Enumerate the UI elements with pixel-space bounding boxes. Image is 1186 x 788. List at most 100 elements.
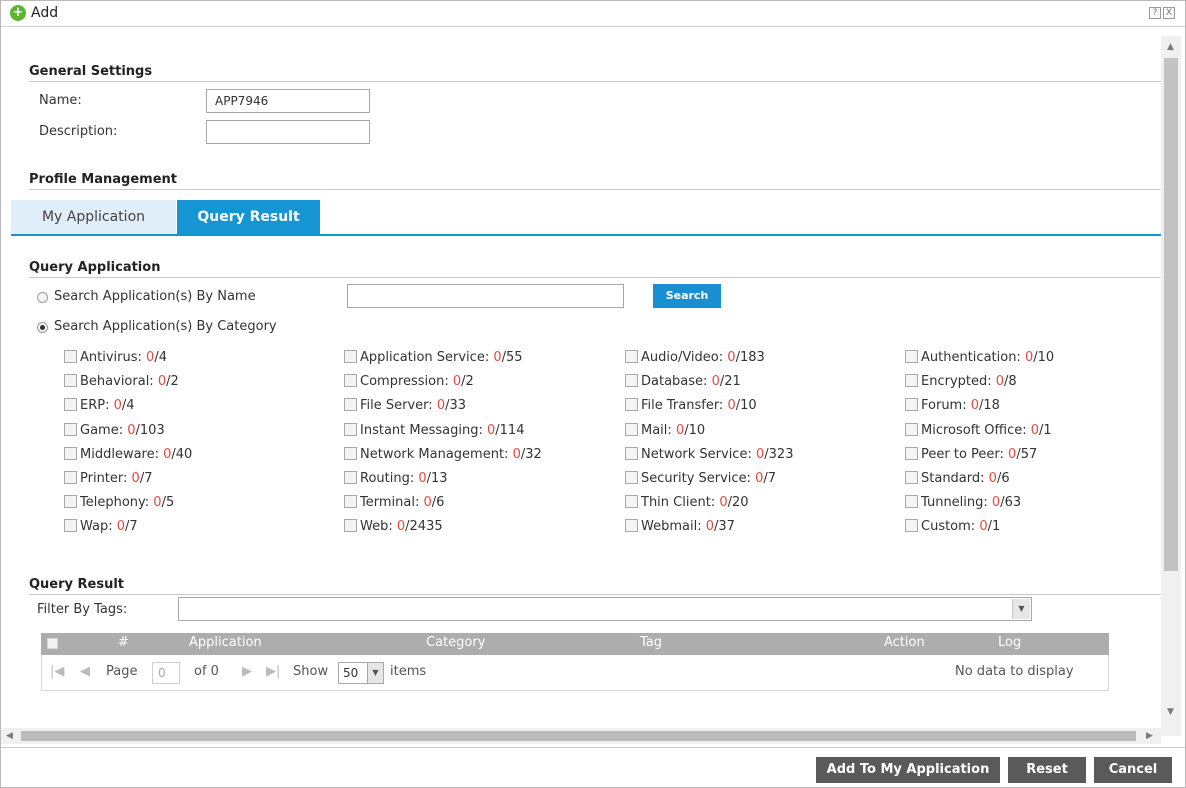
category-checkbox[interactable] <box>64 519 77 533</box>
category-checkbox[interactable] <box>625 374 638 388</box>
help-icon[interactable]: ? <box>1149 7 1161 19</box>
category-checkbox[interactable] <box>344 422 357 436</box>
category-checkbox[interactable] <box>344 495 357 509</box>
category-checkbox[interactable] <box>344 446 357 460</box>
search-name-input[interactable] <box>347 284 624 308</box>
search-by-name-radio[interactable] <box>37 292 48 303</box>
category-checkbox[interactable] <box>64 495 77 509</box>
category-item[interactable]: Behavioral: 0/2 <box>64 374 179 389</box>
horizontal-scrollbar[interactable]: ◀ ▶ <box>1 728 1161 744</box>
category-item[interactable]: Terminal: 0/6 <box>344 495 444 510</box>
category-checkbox[interactable] <box>905 398 918 412</box>
category-item[interactable]: Instant Messaging: 0/114 <box>344 422 524 438</box>
reset-button[interactable]: Reset <box>1008 757 1086 783</box>
category-checkbox[interactable] <box>625 350 638 363</box>
category-item[interactable]: Network Service: 0/323 <box>625 446 793 462</box>
filter-by-tags-select[interactable]: ▼ <box>178 597 1032 621</box>
category-checkbox[interactable] <box>344 519 357 533</box>
column-header-action[interactable]: Action <box>884 635 925 650</box>
category-item[interactable]: Antivirus: 0/4 <box>64 350 167 365</box>
chevron-down-icon[interactable]: ▼ <box>1012 599 1030 619</box>
category-item[interactable]: Thin Client: 0/20 <box>625 495 749 510</box>
name-input[interactable] <box>206 89 370 113</box>
category-item[interactable]: Custom: 0/1 <box>905 519 1000 534</box>
category-item[interactable]: Forum: 0/18 <box>905 398 1000 413</box>
category-item[interactable]: Printer: 0/7 <box>64 471 152 486</box>
category-item[interactable]: Microsoft Office: 0/1 <box>905 422 1052 438</box>
vertical-scrollbar[interactable]: ▲ ▼ <box>1161 36 1181 736</box>
category-checkbox[interactable] <box>905 495 918 509</box>
category-item[interactable]: File Transfer: 0/10 <box>625 398 757 413</box>
category-checkbox[interactable] <box>344 471 357 484</box>
select-all-checkbox[interactable] <box>47 638 58 649</box>
vertical-scroll-thumb[interactable] <box>1164 58 1178 571</box>
scroll-right-icon[interactable]: ▶ <box>1146 731 1153 741</box>
category-item[interactable]: Telephony: 0/5 <box>64 495 174 510</box>
last-page-icon[interactable]: ▶| <box>266 664 280 679</box>
category-checkbox[interactable] <box>625 398 638 412</box>
category-checkbox[interactable] <box>64 471 77 484</box>
category-checkbox[interactable] <box>905 374 918 388</box>
category-checkbox[interactable] <box>905 350 918 363</box>
first-page-icon[interactable]: |◀ <box>50 664 64 679</box>
category-item[interactable]: Network Management: 0/32 <box>344 446 542 462</box>
category-checkbox[interactable] <box>905 422 918 436</box>
category-checkbox[interactable] <box>905 519 918 533</box>
category-checkbox[interactable] <box>64 422 77 436</box>
category-item[interactable]: Authentication: 0/10 <box>905 350 1054 365</box>
category-item[interactable]: ERP: 0/4 <box>64 398 135 413</box>
tab-my-application[interactable]: My Application <box>11 200 176 234</box>
category-item[interactable]: Mail: 0/10 <box>625 422 705 438</box>
close-icon[interactable]: X <box>1163 7 1175 19</box>
category-item[interactable]: Wap: 0/7 <box>64 519 138 534</box>
next-page-icon[interactable]: ▶ <box>242 664 252 679</box>
category-checkbox[interactable] <box>344 398 357 412</box>
category-item[interactable]: Standard: 0/6 <box>905 471 1010 486</box>
category-checkbox[interactable] <box>64 398 77 412</box>
category-checkbox[interactable] <box>905 471 918 484</box>
search-button[interactable]: Search <box>653 284 721 308</box>
description-input[interactable] <box>206 120 370 144</box>
category-item[interactable]: Encrypted: 0/8 <box>905 374 1017 389</box>
category-item[interactable]: Peer to Peer: 0/57 <box>905 446 1037 462</box>
category-item[interactable]: Webmail: 0/37 <box>625 519 735 534</box>
category-item[interactable]: File Server: 0/33 <box>344 398 466 413</box>
column-header-application[interactable]: Application <box>189 635 262 650</box>
chevron-down-icon[interactable]: ▼ <box>368 662 384 684</box>
add-to-my-application-button[interactable]: Add To My Application <box>816 757 1000 783</box>
scroll-left-icon[interactable]: ◀ <box>6 731 13 741</box>
page-size-select[interactable]: 50 <box>338 662 368 684</box>
category-checkbox[interactable] <box>64 374 77 388</box>
category-item[interactable]: Middleware: 0/40 <box>64 446 192 462</box>
category-item[interactable]: Routing: 0/13 <box>344 471 448 486</box>
category-checkbox[interactable] <box>625 471 638 484</box>
column-header-log[interactable]: Log <box>998 635 1021 650</box>
category-item[interactable]: Tunneling: 0/63 <box>905 495 1021 510</box>
tab-query-result[interactable]: Query Result <box>177 200 320 234</box>
scroll-up-icon[interactable]: ▲ <box>1167 42 1174 52</box>
category-checkbox[interactable] <box>625 519 638 533</box>
column-header-tag[interactable]: Tag <box>640 635 662 650</box>
category-item[interactable]: Security Service: 0/7 <box>625 471 776 486</box>
page-number-input[interactable]: 0 <box>152 662 180 684</box>
category-checkbox[interactable] <box>64 350 77 363</box>
category-checkbox[interactable] <box>625 446 638 460</box>
cancel-button[interactable]: Cancel <box>1094 757 1172 783</box>
column-header-number[interactable]: # <box>118 635 129 650</box>
category-checkbox[interactable] <box>344 350 357 363</box>
scroll-down-icon[interactable]: ▼ <box>1167 707 1174 717</box>
category-item[interactable]: Application Service: 0/55 <box>344 350 523 365</box>
category-item[interactable]: Audio/Video: 0/183 <box>625 350 765 365</box>
category-checkbox[interactable] <box>905 446 918 460</box>
category-item[interactable]: Game: 0/103 <box>64 422 165 438</box>
category-checkbox[interactable] <box>625 422 638 436</box>
prev-page-icon[interactable]: ◀ <box>80 664 90 679</box>
category-item[interactable]: Web: 0/2435 <box>344 519 443 534</box>
search-by-category-radio[interactable] <box>37 322 48 333</box>
horizontal-scroll-thumb[interactable] <box>21 731 1136 741</box>
category-checkbox[interactable] <box>625 495 638 509</box>
category-item[interactable]: Database: 0/21 <box>625 374 741 389</box>
category-checkbox[interactable] <box>64 446 77 460</box>
category-checkbox[interactable] <box>344 374 357 388</box>
column-header-category[interactable]: Category <box>426 635 485 650</box>
